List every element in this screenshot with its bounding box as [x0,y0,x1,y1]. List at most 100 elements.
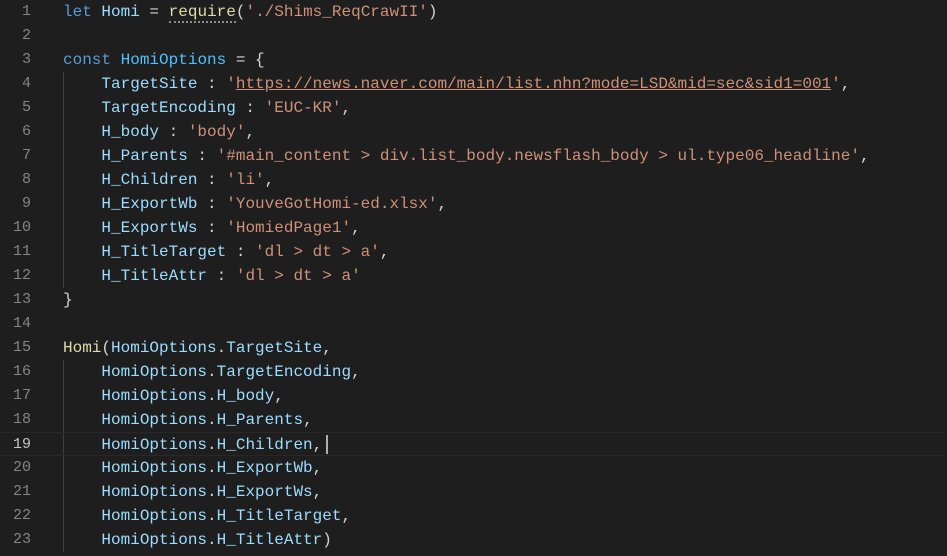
code-token: TargetSite [101,75,198,93]
code-text: const HomiOptions = { [63,48,265,72]
code-line[interactable]: 19 HomiOptions.H_Children, [0,432,947,456]
code-token: ) [427,3,438,21]
code-token: . [207,531,217,549]
line-number: 21 [12,483,31,500]
code-line[interactable]: 1 let Homi = require('./Shims_ReqCrawII') [0,0,947,24]
code-token: : [159,123,188,141]
code-token: , [312,459,323,477]
code-token: HomiOptions [101,363,208,381]
code-token: = { [226,51,265,69]
code-text: H_body : 'body', [63,120,255,144]
code-text: HomiOptions.H_ExportWb, [63,456,322,480]
code-token: : [235,99,265,117]
line-number: 3 [21,51,31,68]
code-line[interactable]: 5 TargetEncoding : 'EUC-KR', [0,96,947,120]
code-token: , [312,483,323,501]
code-token: HomiOptions [101,411,208,429]
code-line[interactable]: 10 H_ExportWs : 'HomiedPage1', [0,216,947,240]
line-number: 14 [12,315,31,332]
code-token: H_Children [216,436,313,454]
code-line[interactable]: 3 const HomiOptions = { [0,48,947,72]
code-text: HomiOptions.H_TitleTarget, [63,504,351,528]
code-line[interactable]: 13} [0,288,947,312]
code-text: HomiOptions.H_Children, [63,433,329,457]
code-token: 'dl > dt > a' [235,267,361,285]
line-number: 18 [12,411,31,428]
code-text: TargetEncoding : 'EUC-KR', [63,96,351,120]
code-token: H_ExportWb [216,459,313,477]
code-line[interactable]: 23 HomiOptions.H_TitleAttr) [0,528,947,552]
code-text: H_TitleAttr : 'dl > dt > a' [63,264,361,288]
code-line[interactable]: 21 HomiOptions.H_ExportWs, [0,480,947,504]
code-token: TargetEncoding [216,363,352,381]
code-text: H_ExportWs : 'HomiedPage1', [63,216,360,240]
code-token: HomiOptions [101,483,208,501]
code-editor[interactable]: 1 let Homi = require('./Shims_ReqCrawII')… [0,0,947,556]
code-text: let Homi = require('./Shims_ReqCrawII') [63,0,438,24]
code-line[interactable]: 17 HomiOptions.H_body, [0,384,947,408]
code-token: './Shims_ReqCrawII' [245,3,428,21]
code-line[interactable]: 14 [0,312,947,336]
code-line[interactable]: 8 H_Children : 'li', [0,168,947,192]
line-number: 20 [12,459,31,476]
code-line[interactable]: 18 HomiOptions.H_Parents, [0,408,947,432]
code-token: . [216,339,227,357]
code-token: . [207,411,217,429]
code-line[interactable]: 9 H_ExportWb : 'YouveGotHomi-ed.xlsx', [0,192,947,216]
code-token: require [168,3,236,23]
code-line[interactable]: 11 H_TitleTarget : 'dl > dt > a', [0,240,947,264]
code-token: , [264,171,275,189]
code-token: 'HomiedPage1' [226,219,352,237]
code-line[interactable]: 6 H_body : 'body', [0,120,947,144]
code-text: H_TitleTarget : 'dl > dt > a', [63,240,389,264]
code-text: HomiOptions.H_TitleAttr) [63,528,332,552]
code-token: . [207,387,217,405]
code-token[interactable]: https://news.naver.com/main/list.nhn?mod… [236,75,831,93]
code-token: 'EUC-KR' [264,99,342,117]
code-line[interactable]: 7 H_Parents : '#main_content > div.list_… [0,144,947,168]
code-line[interactable]: 20 HomiOptions.H_ExportWb, [0,456,947,480]
line-number: 22 [12,507,31,524]
code-token: H_TitleAttr [216,531,323,549]
code-token: HomiOptions [120,51,227,69]
code-token: 'YouveGotHomi-ed.xlsx' [226,195,438,213]
code-line[interactable]: 22 HomiOptions.H_TitleTarget, [0,504,947,528]
line-number: 23 [12,531,31,548]
line-number: 13 [12,291,31,308]
code-line[interactable]: 2 [0,24,947,48]
code-token: . [207,483,217,501]
code-token: : [197,219,227,237]
code-token: , [379,243,390,261]
code-line[interactable]: 15 Homi(HomiOptions.TargetSite, [0,336,947,360]
code-line[interactable]: 4 TargetSite : 'https://news.naver.com/m… [0,72,947,96]
line-number: 16 [12,363,31,380]
code-token: , [840,75,851,93]
code-token: H_Parents [101,147,188,165]
code-line[interactable]: 12 H_TitleAttr : 'dl > dt > a' [0,264,947,288]
code-token: HomiOptions [101,531,208,549]
code-token: : [197,75,227,93]
code-token: H_TitleTarget [101,243,227,261]
code-token: HomiOptions [101,507,208,525]
code-token: HomiOptions [101,459,208,477]
code-token: ) [322,531,332,549]
code-token: H_ExportWs [216,483,313,501]
code-text: HomiOptions.H_Parents, [63,408,312,432]
code-token: : [226,243,256,261]
line-number: 19 [12,436,31,453]
line-number: 4 [21,75,31,92]
code-line[interactable]: 16 HomiOptions.TargetEncoding, [0,360,947,384]
